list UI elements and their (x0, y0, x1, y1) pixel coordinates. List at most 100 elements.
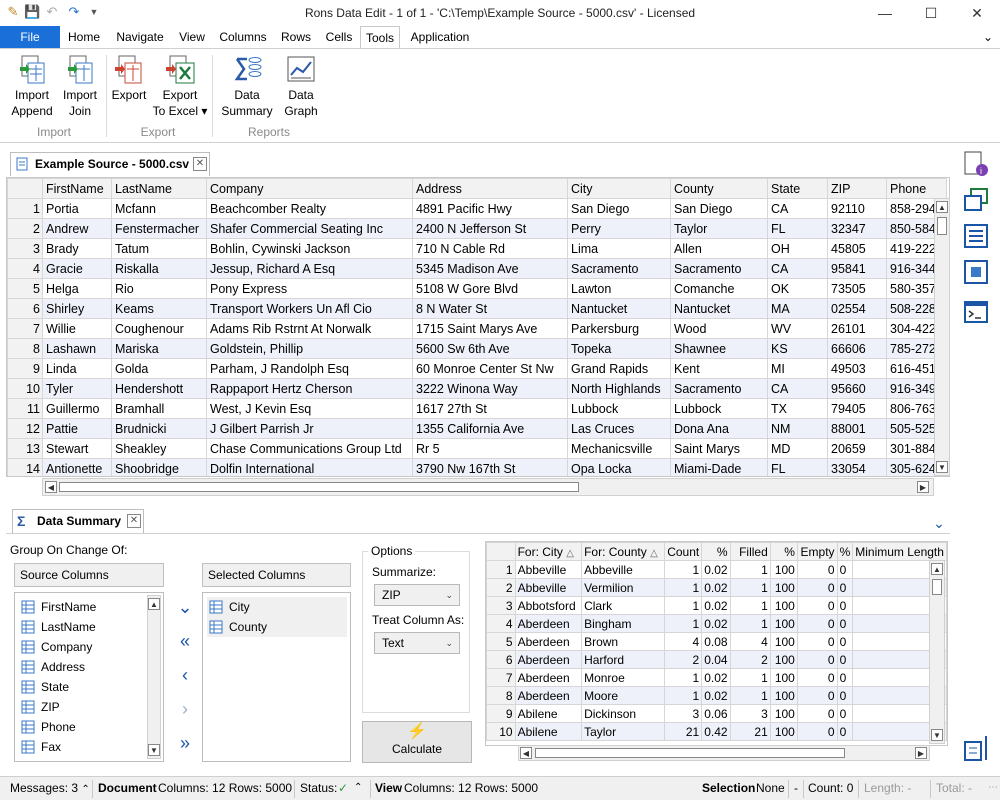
table-cell[interactable]: Nantucket (670, 298, 768, 319)
table-cell[interactable]: San Diego (670, 198, 768, 219)
summary-cell[interactable]: 1 (664, 596, 703, 615)
table-row[interactable]: 11 Guillermo Bramhall West, J Kevin Esq 1617… (7, 398, 947, 419)
summary-cell[interactable]: 4 (729, 632, 771, 651)
row-number[interactable]: 2 (486, 578, 516, 597)
table-cell[interactable]: Sheakley (111, 438, 207, 459)
summary-cell[interactable]: 100 (769, 578, 798, 597)
column-header[interactable]: % (769, 542, 798, 561)
row-number[interactable]: 14 (7, 458, 43, 476)
scroll-thumb[interactable] (932, 579, 942, 595)
table-cell[interactable]: Transport Workers Un Afl Cio (206, 298, 413, 319)
table-cell[interactable]: 20659 (827, 438, 887, 459)
summary-cell[interactable]: 0 (836, 686, 854, 705)
table-cell[interactable]: North Highlands (567, 378, 671, 399)
table-cell[interactable]: 49503 (827, 358, 887, 379)
row-number[interactable]: 1 (486, 560, 516, 579)
summary-cell[interactable]: 0 (836, 614, 854, 633)
row-number[interactable]: 10 (7, 378, 43, 399)
table-cell[interactable]: Tyler (42, 378, 112, 399)
summary-cell[interactable]: 0 (796, 614, 838, 633)
table-cell[interactable]: Kent (670, 358, 768, 379)
minimize-button[interactable]: — (862, 0, 908, 26)
table-cell[interactable]: Mechanicsville (567, 438, 671, 459)
table-cell[interactable]: Rio (111, 278, 207, 299)
table-cell[interactable]: 5345 Madison Ave (412, 258, 568, 279)
summary-cell[interactable]: 1 (664, 668, 703, 687)
summary-cell[interactable]: 0 (836, 596, 854, 615)
table-cell[interactable]: Nantucket (567, 298, 671, 319)
table-cell[interactable]: 3790 Nw 167th St (412, 458, 568, 476)
table-row[interactable]: 1 Portia Mcfann Beachcomber Realty 4891 Paci… (7, 198, 947, 219)
table-cell[interactable]: 1715 Saint Marys Ave (412, 318, 568, 339)
column-header[interactable]: For: County △ (581, 542, 666, 561)
table-cell[interactable]: CA (767, 198, 828, 219)
table-cell[interactable]: Gracie (42, 258, 112, 279)
row-number[interactable]: 8 (7, 338, 43, 359)
table-cell[interactable]: Sacramento (670, 378, 768, 399)
summary-cell[interactable]: 0 (796, 686, 838, 705)
table-cell[interactable]: Shafer Commercial Seating Inc (206, 218, 413, 239)
table-cell[interactable]: FL (767, 458, 828, 476)
summary-cell[interactable]: Aberdeen (514, 614, 583, 633)
table-cell[interactable]: Pony Express (206, 278, 413, 299)
column-header[interactable]: FirstName (42, 178, 112, 199)
table-cell[interactable]: TX (767, 398, 828, 419)
column-header[interactable]: % (836, 542, 854, 561)
summary-cell[interactable]: 0.08 (701, 632, 731, 651)
tab-application[interactable]: Application (404, 26, 476, 48)
row-number[interactable]: 9 (486, 704, 516, 723)
summary-cell[interactable]: Bingham (581, 614, 666, 633)
grid-layout-icon[interactable] (962, 258, 990, 286)
summary-cell[interactable]: 2 (729, 650, 771, 669)
summary-cell[interactable]: 100 (769, 632, 798, 651)
table-cell[interactable]: 2400 N Jefferson St (412, 218, 568, 239)
summary-cell[interactable]: Brown (581, 632, 666, 651)
data-grid[interactable]: FirstName LastName Company Address City … (6, 177, 950, 477)
calculate-button[interactable]: ⚡ Calculate (362, 721, 472, 763)
summary-cell[interactable]: 0 (796, 704, 838, 723)
summary-cell[interactable]: 0.02 (701, 668, 731, 687)
table-cell[interactable]: 73505 (827, 278, 887, 299)
column-header[interactable]: % (701, 542, 731, 561)
summary-cell[interactable]: Moore (581, 686, 666, 705)
summary-cell[interactable]: 1 (664, 578, 703, 597)
summary-cell[interactable]: 0.02 (701, 686, 731, 705)
scroll-up-icon[interactable]: ▲ (936, 201, 948, 213)
table-cell[interactable]: Rappaport Hertz Cherson (206, 378, 413, 399)
summary-row[interactable]: 4 Aberdeen Bingham 1 0.02 1 100 0 0 (486, 614, 947, 633)
table-cell[interactable]: Las Cruces (567, 418, 671, 439)
summary-cell[interactable]: 0.02 (701, 578, 731, 597)
collapse-ribbon-icon[interactable]: ⌄ (978, 26, 998, 48)
list-item[interactable]: County (207, 617, 347, 637)
summary-cell[interactable]: 1 (664, 614, 703, 633)
table-cell[interactable]: Jessup, Richard A Esq (206, 258, 413, 279)
collapse-panel-icon[interactable]: ⌄ (930, 514, 948, 532)
table-row[interactable]: 13 Stewart Sheakley Chase Communications Gr… (7, 438, 947, 459)
table-cell[interactable]: KS (767, 338, 828, 359)
scroll-up-icon[interactable]: ▲ (931, 563, 943, 575)
scroll-down-icon[interactable]: ▼ (148, 744, 160, 756)
import-join-button[interactable]: Import Join (56, 53, 104, 119)
remove-all-icon[interactable]: « (174, 630, 196, 652)
scroll-left-icon[interactable]: ◀ (45, 481, 57, 493)
summary-cell[interactable]: 1 (729, 578, 771, 597)
table-cell[interactable]: 4891 Pacific Hwy (412, 198, 568, 219)
row-number[interactable]: 3 (486, 596, 516, 615)
table-cell[interactable]: Mariska (111, 338, 207, 359)
table-cell[interactable]: Linda (42, 358, 112, 379)
data-summary-tab[interactable]: Σ Data Summary ✕ (12, 509, 144, 533)
column-header[interactable]: City (567, 178, 671, 199)
summary-cell[interactable]: Abilene (514, 704, 583, 723)
summary-grid[interactable]: For: City △ For: County △ Count % Filled… (485, 541, 948, 746)
source-list-scrollbar[interactable]: ▲ ▼ (147, 595, 161, 759)
tab-view[interactable]: View (174, 26, 210, 48)
row-number[interactable]: 12 (7, 418, 43, 439)
table-cell[interactable]: Lima (567, 238, 671, 259)
table-cell[interactable]: Shoobridge (111, 458, 207, 476)
summary-cell[interactable]: Harford (581, 650, 666, 669)
row-number[interactable]: 5 (7, 278, 43, 299)
table-cell[interactable]: 66606 (827, 338, 887, 359)
summary-cell[interactable]: Abbeville (514, 560, 583, 579)
scroll-down-icon[interactable]: ▼ (936, 461, 948, 473)
table-cell[interactable]: Lashawn (42, 338, 112, 359)
